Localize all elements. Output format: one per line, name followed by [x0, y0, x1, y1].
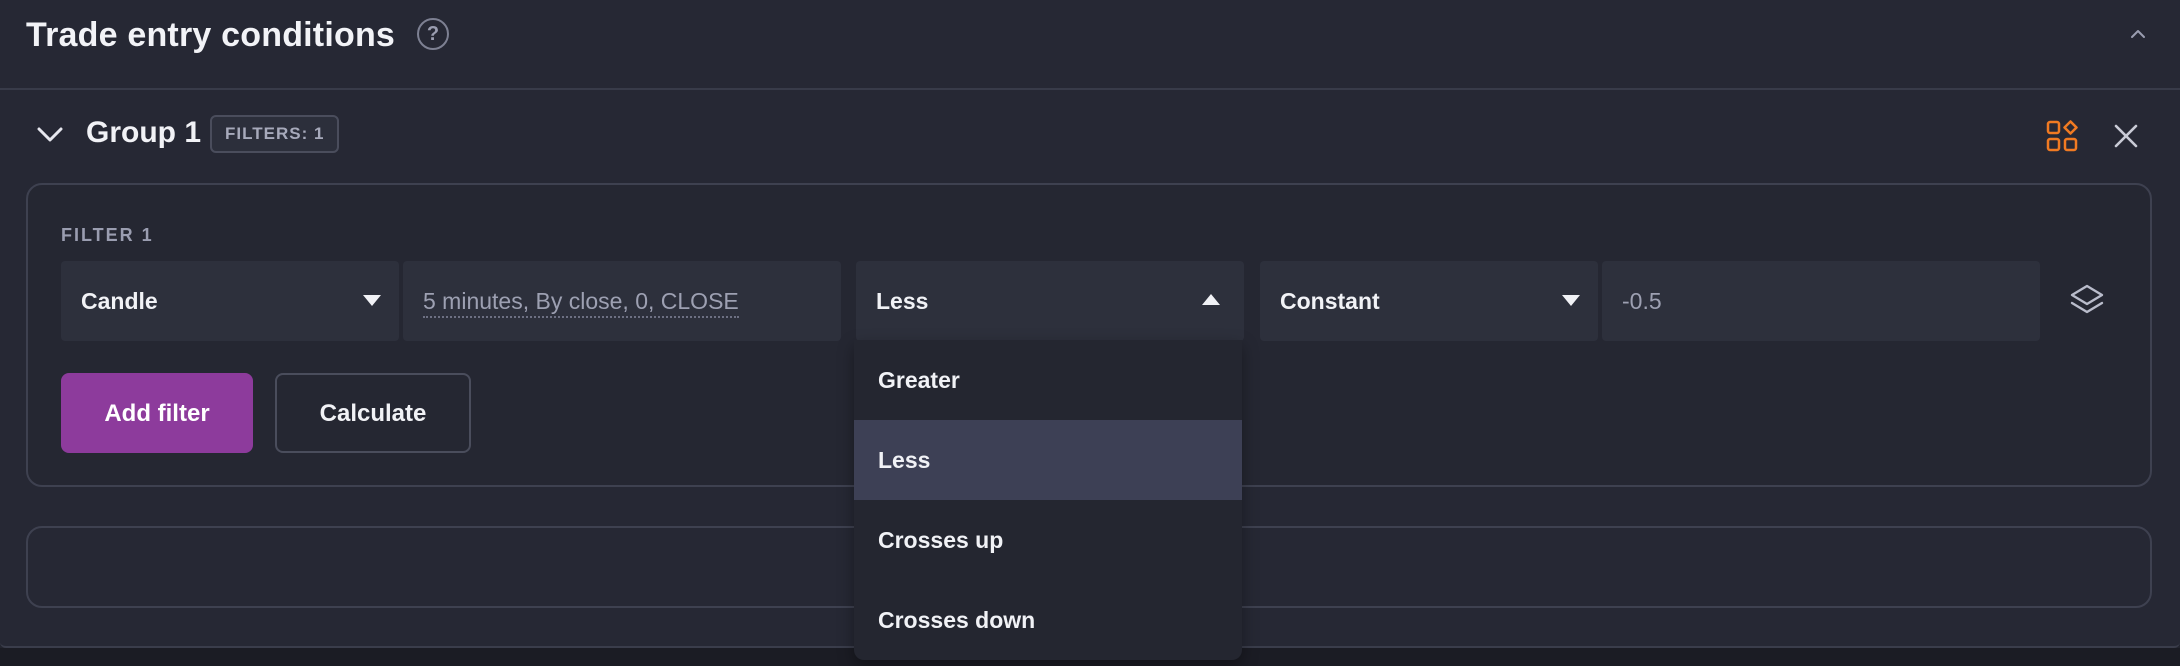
calculate-button[interactable]: Calculate — [275, 373, 471, 453]
chevron-down-icon[interactable] — [36, 122, 64, 146]
source-params-value: 5 minutes, By close, 0, CLOSE — [423, 288, 739, 318]
filter-label: FILTER 1 — [61, 225, 154, 245]
caret-up-icon — [1202, 294, 1220, 305]
page-title: Trade entry conditions — [26, 16, 396, 54]
constant-value-input[interactable]: -0.5 — [1602, 261, 2040, 341]
constant-value: -0.5 — [1622, 288, 1662, 314]
caret-down-icon — [1562, 295, 1580, 306]
source-select[interactable]: Candle — [61, 261, 399, 341]
group-header: Group 1 FILTERS: 1 — [0, 108, 2180, 160]
panel-header[interactable]: Trade entry conditions ? — [0, 0, 2180, 90]
dropdown-option-crosses-down[interactable]: Crosses down — [854, 580, 1242, 660]
source-params-wrap: 5 minutes, By close, 0, CLOSE — [423, 261, 739, 341]
chevron-up-icon[interactable] — [2128, 24, 2148, 44]
group-title: Group 1 — [86, 116, 202, 149]
target-select-value: Constant — [1280, 288, 1380, 314]
source-params-field[interactable]: 5 minutes, By close, 0, CLOSE — [403, 261, 841, 341]
target-select[interactable]: Constant — [1260, 261, 1598, 341]
help-icon[interactable]: ? — [417, 18, 449, 50]
grid-icon[interactable] — [2046, 120, 2078, 152]
operator-select[interactable]: Less — [856, 261, 1244, 341]
close-icon[interactable] — [2112, 122, 2140, 150]
source-select-value: Candle — [81, 288, 158, 314]
dropdown-option-greater[interactable]: Greater — [854, 340, 1242, 420]
operator-dropdown-menu: Greater Less Crosses up Crosses down — [854, 340, 1242, 660]
operator-select-value: Less — [876, 288, 929, 314]
add-filter-button[interactable]: Add filter — [61, 373, 253, 453]
layers-icon[interactable] — [2068, 282, 2106, 320]
filters-count-badge: FILTERS: 1 — [210, 115, 340, 153]
caret-down-icon — [363, 295, 381, 306]
dropdown-option-crosses-up[interactable]: Crosses up — [854, 500, 1242, 580]
dropdown-option-less[interactable]: Less — [854, 420, 1242, 500]
